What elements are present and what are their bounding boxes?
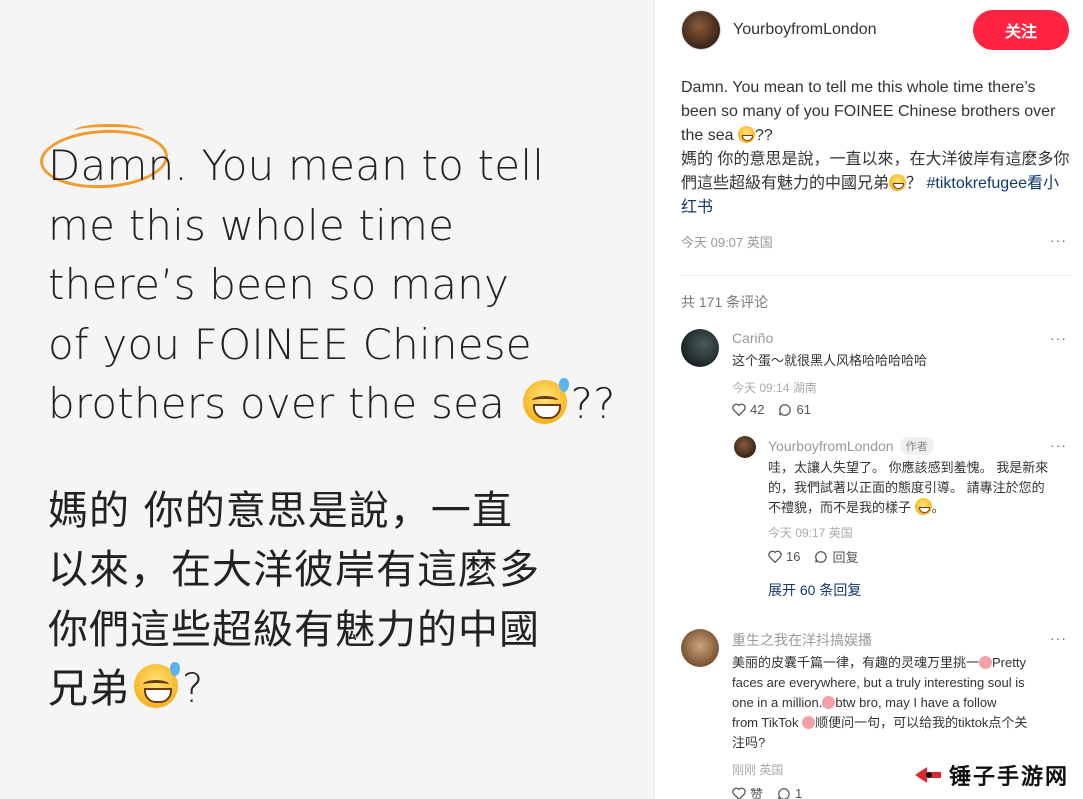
like-button[interactable]: 赞: [732, 784, 763, 799]
comment-author[interactable]: Cariño: [732, 330, 773, 346]
text-line: 美丽的皮囊千篇一律，有趣的灵魂万里挑一 Pretty: [732, 653, 1072, 673]
comment-avatar[interactable]: [681, 329, 719, 367]
text-line: 哇，太讓人失望了。 你應該感到羞愧。 我是新來: [768, 460, 1049, 475]
desc-text: ??: [754, 127, 773, 144]
like-count: 42: [750, 402, 765, 417]
text-fragment: one in a million.: [732, 695, 823, 710]
reply-actions: 16 回复: [768, 547, 872, 566]
post-image-text: Damn. You mean to tell me this whole tim…: [48, 136, 628, 720]
comment-actions: 赞 1: [732, 784, 816, 799]
comment-author[interactable]: 重生之我在洋抖搞娱播: [732, 630, 872, 650]
comment-bubble-icon: [777, 787, 791, 799]
reply-button[interactable]: 61: [778, 402, 811, 417]
heart-icon: [768, 550, 782, 563]
comment-avatar[interactable]: [681, 629, 719, 667]
reply-button[interactable]: 1: [777, 786, 802, 799]
text-line: 以來，在大洋彼岸有這麼多: [48, 547, 540, 593]
text-fragment: Pretty: [992, 655, 1026, 670]
author-avatar[interactable]: [681, 10, 721, 50]
comment-meta: 今天 09:14 湖南: [732, 381, 817, 395]
post-more-icon[interactable]: ···: [1050, 232, 1067, 248]
text-line: faces are everywhere, but a truly intere…: [732, 675, 1025, 690]
text-line: 注吗?: [732, 735, 766, 750]
comment-text: 美丽的皮囊千篇一律，有趣的灵魂万里挑一 Pretty faces are ever…: [732, 653, 1072, 753]
divider: [681, 275, 1071, 276]
reply-count: 61: [796, 402, 811, 417]
text-fragment: btw bro, may I have a follow: [835, 695, 997, 710]
comment-text: 这个蛋～就很黑人风格哈哈哈哈哈: [732, 353, 928, 368]
reply-author[interactable]: YourboyfromLondon 作者: [768, 437, 934, 455]
post-image: Damn. You mean to tell me this whole tim…: [0, 0, 654, 799]
text-line: 兄弟?: [48, 660, 628, 720]
text-fragment: 兄弟: [48, 666, 130, 712]
site-watermark: 锤子手游网: [904, 755, 1077, 795]
text-line: 不禮貌，而不是我的樣子 。: [768, 498, 1068, 518]
text-line: 媽的 你的意思是說，一直: [48, 487, 513, 534]
text-line: there’s been so many: [48, 260, 510, 309]
reply-button[interactable]: 回复: [814, 547, 858, 566]
text-fragment: ?: [182, 666, 205, 712]
text-fragment: from TikTok: [732, 715, 803, 730]
chinese-text: 媽的 你的意思是說，一直 以來，在大洋彼岸有這麼多 你們這些超級有魅力的中國 兄…: [48, 482, 628, 720]
heart-icon: [732, 403, 746, 416]
sweat-smile-emoji-icon: [522, 378, 569, 424]
reply-count: 1: [795, 786, 803, 799]
like-count: 赞: [750, 787, 764, 799]
comment-meta: 刚刚 英国: [732, 763, 784, 777]
sweat-smile-emoji-icon: [134, 662, 180, 708]
like-button[interactable]: 42: [732, 402, 764, 417]
text-line: brothers over the sea ??: [48, 374, 628, 434]
comment-bubble-icon: [814, 550, 828, 564]
pig-emoji-icon: [802, 716, 816, 729]
peach-emoji-icon: [979, 656, 993, 669]
post-description: Damn. You mean to tell me this whole tim…: [681, 76, 1073, 220]
reply-avatar[interactable]: [734, 436, 756, 458]
sweat-smile-emoji-icon: [737, 126, 755, 143]
text-line: me this whole time: [48, 200, 455, 250]
follow-button[interactable]: 关注: [973, 10, 1069, 50]
reply-text: 哇，太讓人失望了。 你應該感到羞愧。 我是新來 的，我們試著以正面的態度引導。 …: [768, 458, 1068, 518]
reply-more-icon[interactable]: ···: [1050, 437, 1067, 453]
hammer-logo-icon: [913, 763, 943, 787]
desc-text-zh: ？: [906, 175, 923, 192]
text-fragment: brothers over the sea: [48, 379, 506, 428]
like-button[interactable]: 16: [768, 549, 800, 564]
text-fragment: 顺便问一句，可以给我的tiktok点个关: [815, 715, 1028, 730]
text-line: from TikTok 顺便问一句，可以给我的tiktok点个关: [732, 713, 1072, 733]
text-line: Damn. You mean to tell: [48, 141, 545, 190]
text-fragment: 美丽的皮囊千篇一律，有趣的灵魂万里挑一: [732, 655, 980, 670]
expand-replies-button[interactable]: 展开 60 条回复: [768, 580, 861, 600]
reply-label: 回复: [832, 550, 859, 565]
reply-author-name[interactable]: YourboyfromLondon: [768, 438, 894, 454]
english-text: Damn. You mean to tell me this whole tim…: [48, 136, 628, 434]
watermark-text: 锤子手游网: [948, 765, 1069, 790]
author-badge: 作者: [899, 437, 934, 455]
text-fragment: ??: [570, 379, 616, 428]
text-line: one in a million. btw bro, may I have a f…: [732, 693, 1072, 713]
like-count: 16: [786, 549, 801, 564]
laughing-emoji-icon: [914, 498, 932, 515]
author-info[interactable]: YourboyfromLondon: [681, 10, 877, 50]
heart-icon: [732, 787, 746, 799]
comment-actions: 42 61: [732, 402, 825, 417]
comment-bubble-icon: [778, 403, 792, 417]
text-line: 的，我們試著以正面的態度引導。 請專注於您的: [768, 480, 1045, 495]
text-fragment: 不禮貌，而不是我的樣子: [768, 500, 912, 515]
peach-emoji-icon: [822, 696, 836, 709]
sweat-smile-emoji-icon: [889, 174, 907, 191]
text-fragment: 。: [931, 500, 945, 515]
text-line: 你們這些超級有魅力的中國: [48, 606, 540, 653]
post-detail-panel: YourboyfromLondon 关注 Damn. You mean to t…: [654, 0, 1083, 799]
comment-more-icon[interactable]: ···: [1050, 330, 1067, 346]
author-name[interactable]: YourboyfromLondon: [733, 21, 877, 39]
comment-count: 共 171 条评论: [681, 294, 769, 310]
post-meta: 今天 09:07 英国: [681, 235, 773, 250]
text-line: of you FOINEE Chinese: [48, 319, 532, 369]
comment-more-icon[interactable]: ···: [1050, 630, 1067, 646]
reply-meta: 今天 09:17 英国: [768, 526, 853, 540]
